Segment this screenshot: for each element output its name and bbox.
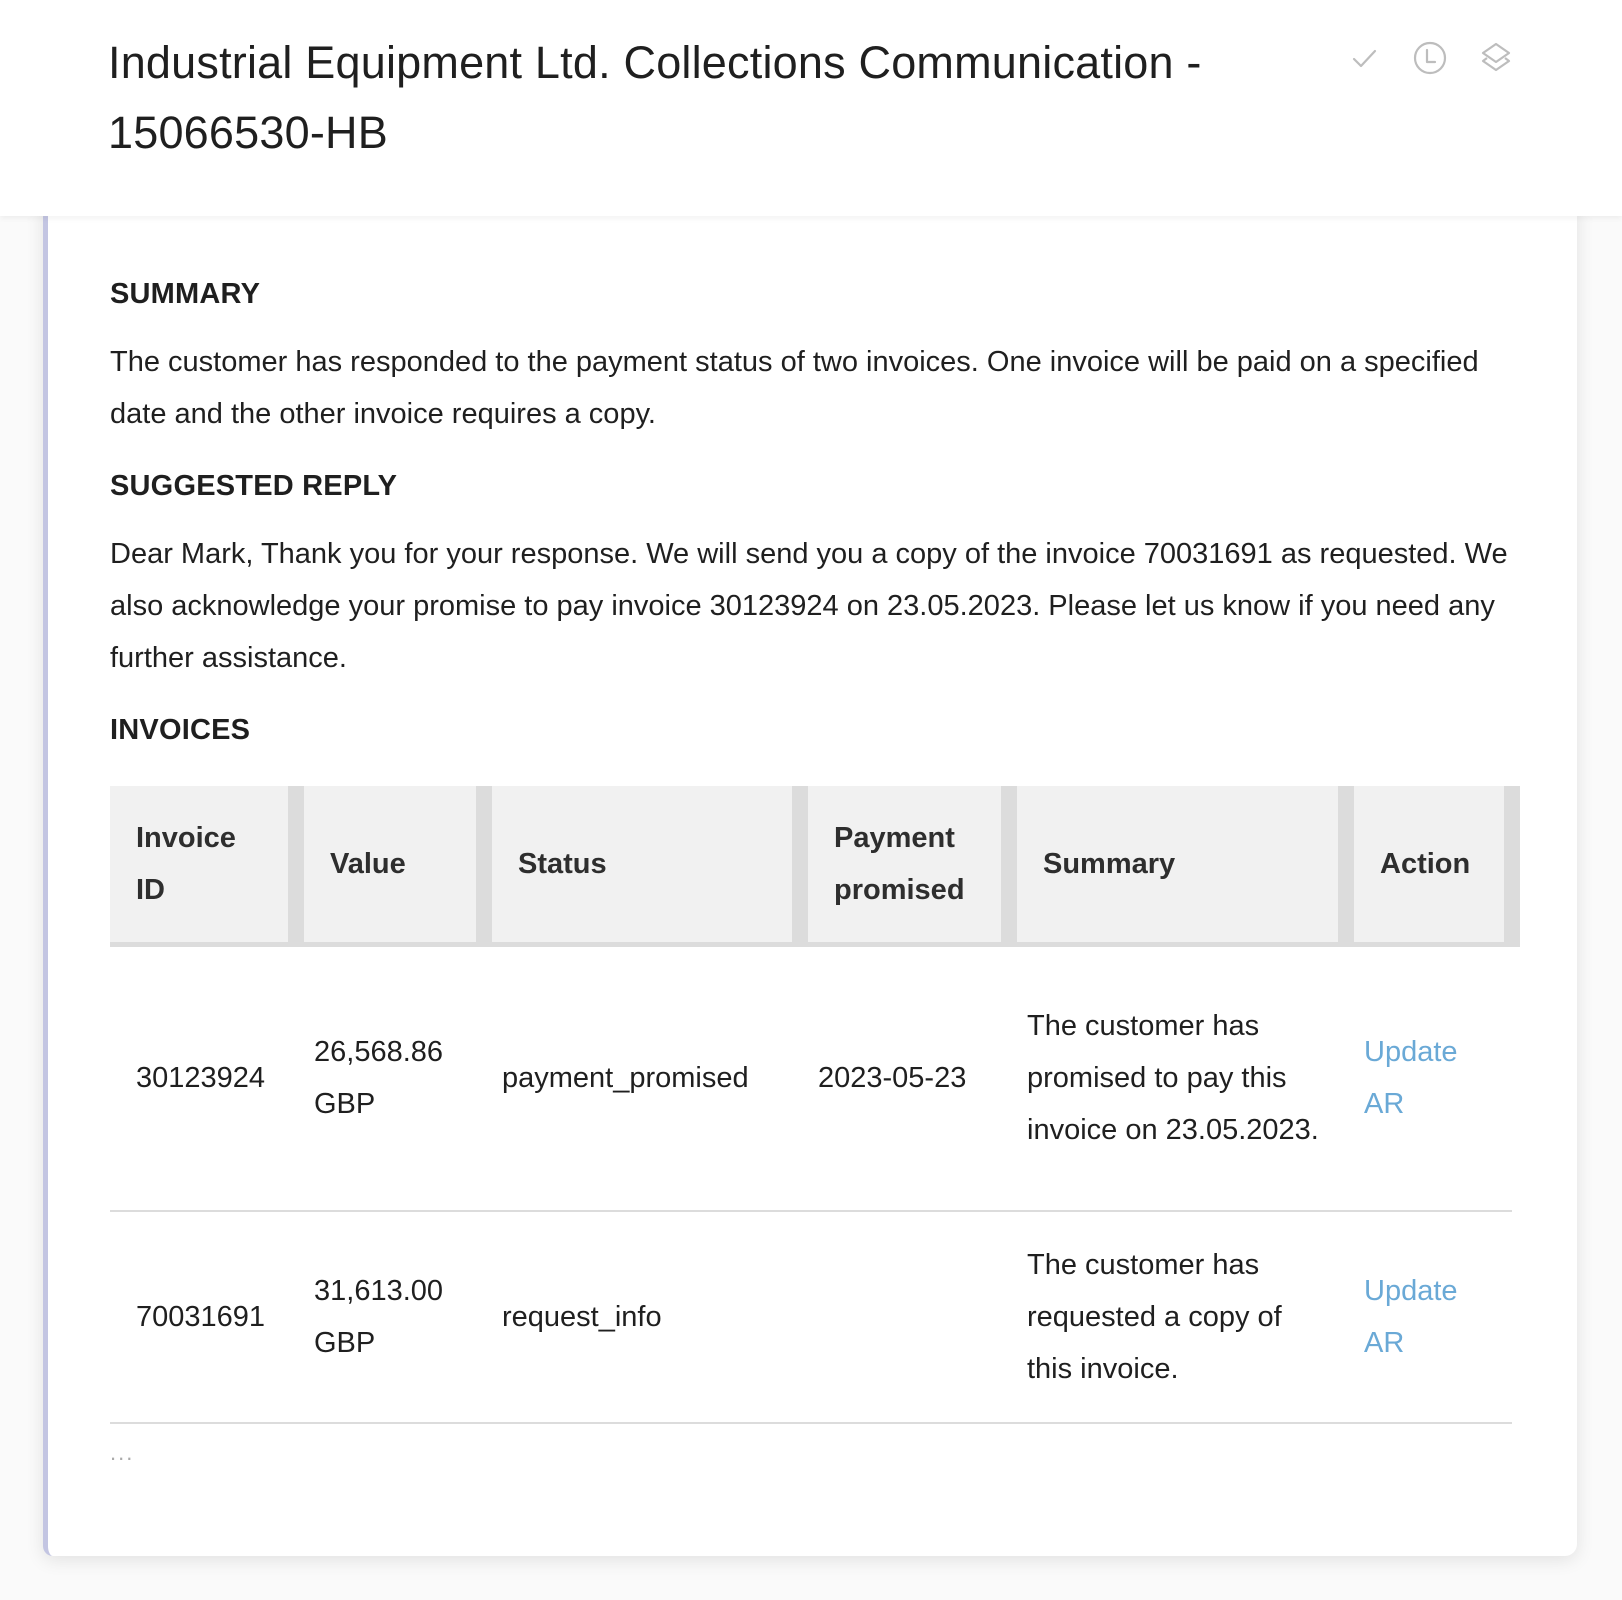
value-cell: 26,568.86 GBP bbox=[296, 944, 484, 1212]
history-button[interactable] bbox=[1412, 40, 1448, 76]
layers-button[interactable] bbox=[1478, 40, 1514, 76]
invoices-table: Invoice ID Value Status Payment promised… bbox=[110, 786, 1520, 1424]
payment-promised-cell: 2023-05-23 bbox=[800, 944, 1009, 1212]
invoice-id-cell: 70031691 bbox=[110, 1210, 296, 1424]
column-header-value[interactable]: Value bbox=[296, 786, 492, 947]
invoices-heading: INVOICES bbox=[110, 714, 251, 746]
card-content: SUMMARY The customer has responded to th… bbox=[110, 274, 1520, 1466]
value-cell: 31,613.00 GBP bbox=[296, 1210, 484, 1424]
page-title: Industrial Equipment Ltd. Collections Co… bbox=[108, 37, 1202, 158]
summary-text: The customer has responded to the paymen… bbox=[110, 346, 1479, 430]
column-header-action[interactable]: Action bbox=[1346, 786, 1520, 947]
summary-cell: The customer has requested a copy of thi… bbox=[1009, 1210, 1346, 1424]
table-row: 30123924 26,568.86 GBP payment_promised … bbox=[110, 944, 1512, 1212]
update-ar-link[interactable]: Update AR bbox=[1364, 1275, 1458, 1359]
action-cell: Update AR bbox=[1346, 1210, 1512, 1424]
column-header-summary[interactable]: Summary bbox=[1009, 786, 1354, 947]
column-header-invoice-id[interactable]: Invoice ID bbox=[110, 786, 304, 947]
check-button[interactable] bbox=[1346, 40, 1382, 76]
invoice-id-cell: 30123924 bbox=[110, 944, 296, 1212]
payment-promised-cell bbox=[800, 1210, 1009, 1424]
table-row: 70031691 31,613.00 GBP request_info The … bbox=[110, 1210, 1512, 1424]
action-cell: Update AR bbox=[1346, 944, 1512, 1212]
update-ar-link[interactable]: Update AR bbox=[1364, 1036, 1458, 1120]
check-icon bbox=[1352, 49, 1377, 68]
page-header: Industrial Equipment Ltd. Collections Co… bbox=[0, 0, 1622, 216]
header-actions bbox=[1346, 40, 1514, 76]
clock-icon bbox=[1413, 41, 1447, 75]
summary-cell: The customer has promised to pay this in… bbox=[1009, 944, 1346, 1212]
suggested-reply-heading: SUGGESTED REPLY bbox=[110, 470, 398, 502]
more-indicator[interactable]: ... bbox=[110, 1440, 1512, 1466]
layers-icon bbox=[1481, 42, 1511, 72]
summary-heading: SUMMARY bbox=[110, 278, 261, 310]
status-cell: request_info bbox=[484, 1210, 800, 1424]
column-header-status[interactable]: Status bbox=[484, 786, 808, 947]
status-cell: payment_promised bbox=[484, 944, 800, 1212]
communication-card: SUMMARY The customer has responded to th… bbox=[43, 200, 1577, 1556]
table-header-row: Invoice ID Value Status Payment promised… bbox=[110, 786, 1520, 947]
suggested-reply-text: Dear Mark, Thank you for your response. … bbox=[110, 538, 1508, 674]
column-header-payment-promised[interactable]: Payment promised bbox=[800, 786, 1017, 947]
